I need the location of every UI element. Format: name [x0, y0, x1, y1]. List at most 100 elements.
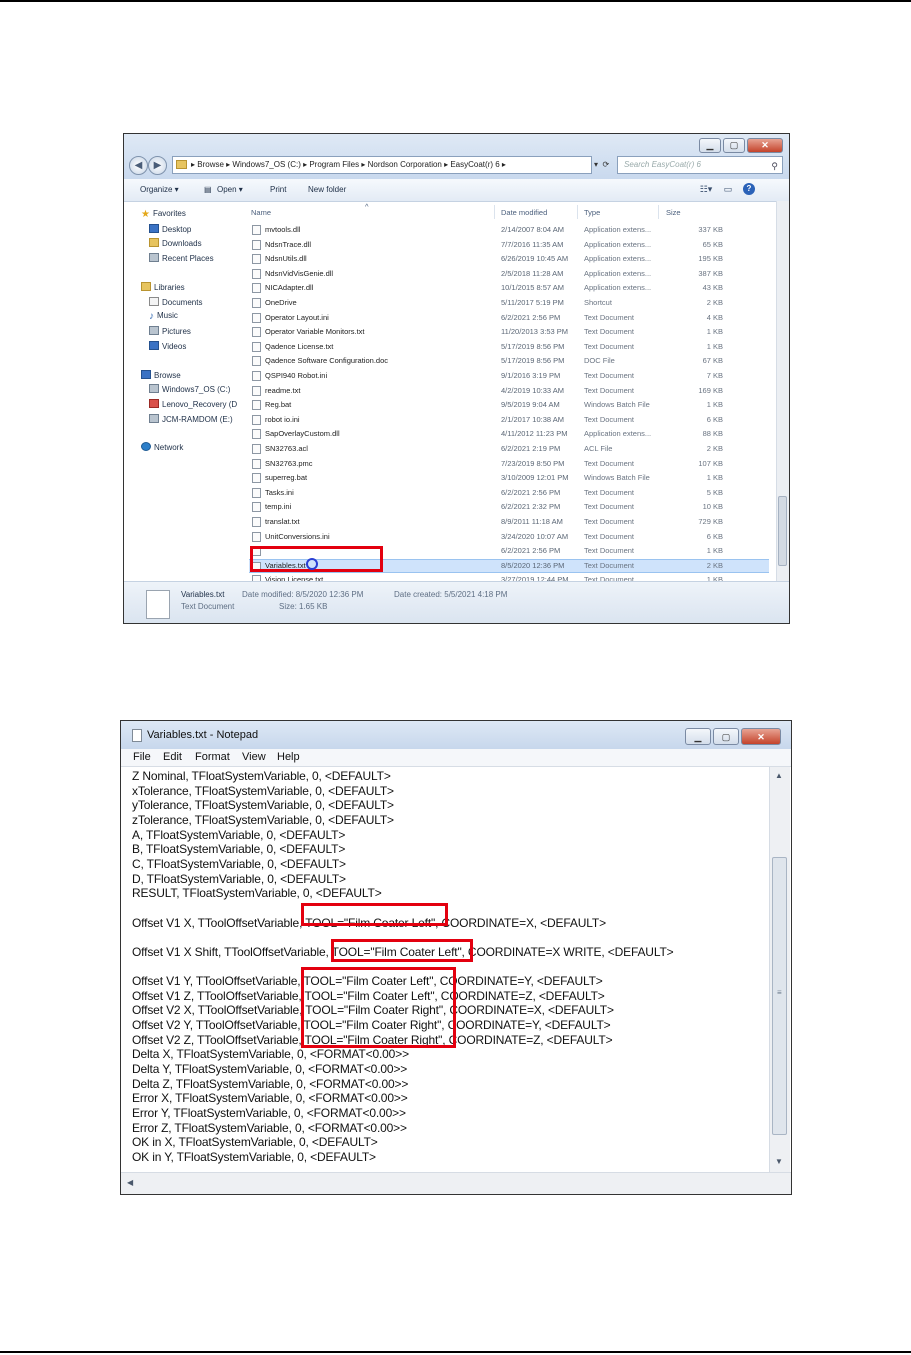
sidebar-item-libraries[interactable]: Libraries [141, 282, 185, 292]
details-date-modified: Date modified: 8/5/2020 12:36 PM [242, 590, 364, 599]
open-button[interactable]: Open ▾ [217, 179, 243, 201]
sidebar-item-pictures[interactable]: Pictures [149, 326, 191, 336]
file-row[interactable]: SN32763.acl 6/2/2021 2:19 PM ACL File 2 KB [249, 442, 769, 456]
vertical-scrollbar[interactable]: ▲ ≡ ▼ [769, 767, 790, 1172]
help-icon[interactable]: ? [743, 183, 755, 195]
sidebar-item-lenovo-recovery[interactable]: Lenovo_Recovery (D [149, 399, 237, 409]
new-folder-button[interactable]: New folder [308, 179, 346, 201]
breadcrumb-drive[interactable]: Windows7_OS (C:) [232, 160, 300, 169]
menu-edit[interactable]: Edit [163, 749, 182, 766]
print-button[interactable]: Print [270, 179, 286, 201]
minimize-button[interactable]: ▁ [699, 138, 721, 153]
file-row[interactable]: Operator Layout.ini 6/2/2021 2:56 PM Text … [249, 311, 769, 325]
sidebar-item-videos[interactable]: Videos [149, 341, 186, 351]
sidebar-item-label: Videos [162, 342, 187, 351]
sidebar-item-jcm-ramdom[interactable]: JCM-RAMDOM (E:) [149, 414, 233, 424]
column-header-date[interactable]: Date modified [501, 208, 547, 217]
sidebar-item-browse[interactable]: Browse [141, 370, 181, 380]
scroll-up-icon[interactable]: ▲ [775, 771, 783, 780]
text-line: Error X, TFloatSystemVariable, 0, <FORMA… [132, 1091, 408, 1106]
file-row[interactable]: QSPI940 Robot.ini 9/1/2016 3:19 PM Text Do… [249, 369, 769, 383]
maximize-button[interactable]: ▢ [713, 728, 739, 745]
sidebar-item-recent-places[interactable]: Recent Places [149, 253, 214, 263]
menu-help[interactable]: Help [277, 749, 300, 766]
file-row[interactable]: Qadence Software Configuration.doc 5/17/2… [249, 354, 769, 368]
sidebar-item-network[interactable]: Network [141, 442, 183, 452]
file-name: UnitConversions.ini [265, 531, 330, 541]
organize-button[interactable]: Organize ▾ [140, 179, 179, 201]
breadcrumb-program-files[interactable]: Program Files [309, 160, 359, 169]
scroll-left-icon[interactable]: ◀ [127, 1178, 133, 1187]
file-row[interactable]: robot io.ini 2/1/2017 10:38 AM Text Docume… [249, 413, 769, 427]
breadcrumb-browse[interactable]: Browse [197, 160, 224, 169]
file-row[interactable]: OneDrive 5/11/2017 5:19 PM Shortcut 2 KB [249, 296, 769, 310]
file-type: Text Document [584, 327, 635, 337]
vertical-scrollbar[interactable] [776, 201, 789, 581]
close-button[interactable]: ✕ [741, 728, 781, 745]
column-header-size[interactable]: Size [666, 208, 681, 217]
forward-icon[interactable]: ▶ [148, 156, 167, 175]
horizontal-scrollbar[interactable]: ◀ [121, 1172, 791, 1194]
tool-highlight-v1x [301, 903, 448, 926]
breadcrumb-easycoat[interactable]: EasyCoat(r) 6 [450, 160, 499, 169]
libraries-icon [141, 282, 151, 291]
file-row[interactable]: UnitConversions.ini 3/24/2020 10:07 AM Tex… [249, 530, 769, 544]
menu-file[interactable]: File [133, 749, 151, 766]
sidebar-item-favorites[interactable]: ★ Favorites [141, 209, 186, 220]
drive-icon [149, 414, 159, 423]
file-row[interactable]: readme.txt 4/2/2019 10:33 AM Text Document… [249, 384, 769, 398]
sort-arrow-icon: ^ [365, 202, 369, 211]
file-row[interactable]: SN32763.pmc 7/23/2019 8:50 PM Text Documen… [249, 457, 769, 471]
file-date: 6/2/2021 2:19 PM [501, 444, 561, 453]
view-options-icon[interactable]: ☷▾ [699, 183, 713, 196]
menu-format[interactable]: Format [195, 749, 230, 766]
file-row[interactable]: Operator Variable Monitors.txt 11/20/2013… [249, 325, 769, 339]
file-row[interactable]: NdsnUtils.dll 6/26/2019 10:45 AM Applicati… [249, 252, 769, 266]
file-name: NdsnTrace.dll [265, 239, 311, 249]
breadcrumb-nordson[interactable]: Nordson Corporation [368, 160, 442, 169]
sidebar-item-downloads[interactable]: Downloads [149, 238, 202, 248]
file-row[interactable]: Tasks.ini 6/2/2021 2:56 PM Text Document 5 … [249, 486, 769, 500]
sidebar-item-desktop[interactable]: Desktop [149, 224, 191, 234]
file-row[interactable]: translat.txt 8/9/2011 11:18 AM Text Docume… [249, 515, 769, 529]
search-input[interactable]: Search EasyCoat(r) 6 ⚲ [617, 156, 783, 174]
file-name: Operator Layout.ini [265, 312, 329, 322]
file-row[interactable]: Reg.bat 9/5/2019 9:04 AM Windows Batch Fil… [249, 398, 769, 412]
file-row[interactable]: NdsnTrace.dll 7/7/2016 11:35 AM Applicatio… [249, 238, 769, 252]
file-size: 387 KB [698, 268, 723, 278]
file-row[interactable]: SapOverlayCustom.dll 4/11/2012 11:23 PM Ap… [249, 427, 769, 441]
maximize-button[interactable]: ▢ [723, 138, 745, 153]
menu-view[interactable]: View [242, 749, 266, 766]
close-button[interactable]: ✕ [747, 138, 783, 153]
back-icon[interactable]: ◀ [129, 156, 148, 175]
file-row[interactable]: Qadence License.txt 5/17/2019 8:56 PM Text… [249, 340, 769, 354]
text-line: D, TFloatSystemVariable, 0, <DEFAULT> [132, 871, 346, 886]
column-header-type[interactable]: Type [584, 208, 600, 217]
file-row[interactable]: NdsnVidVisGenie.dll 2/5/2018 11:28 AM Appl… [249, 267, 769, 281]
address-bar[interactable]: ▸ Browse ▸ Windows7_OS (C:) ▸ Program Fi… [172, 156, 592, 174]
file-row[interactable]: superreg.bat 3/10/2009 12:01 PM Windows Ba… [249, 471, 769, 485]
column-header-name[interactable]: Name [251, 208, 271, 217]
file-row[interactable]: temp.ini 6/2/2021 2:32 PM Text Document 10 … [249, 500, 769, 514]
file-type: Windows Batch File [584, 473, 650, 483]
preview-pane-icon[interactable]: ▭ [721, 183, 735, 196]
scrollbar-thumb[interactable] [778, 496, 787, 566]
text-line: yTolerance, TFloatSystemVariable, 0, <DE… [132, 798, 394, 813]
scroll-down-icon[interactable]: ▼ [775, 1157, 783, 1166]
scrollbar-thumb[interactable]: ≡ [772, 857, 787, 1135]
file-name: QSPI940 Robot.ini [265, 371, 328, 380]
sidebar-item-documents[interactable]: Documents [149, 297, 202, 307]
file-row[interactable]: mvtools.dll 2/14/2007 8:04 AM Application … [249, 223, 769, 237]
sidebar-item-music[interactable]: ♪ Music [149, 311, 178, 322]
file-date: 5/17/2019 8:56 PM [501, 356, 565, 366]
details-filetype: Text Document [181, 602, 235, 611]
details-date-created: Date created: 5/5/2021 4:18 PM [394, 590, 508, 599]
column-divider [577, 205, 578, 219]
file-row[interactable]: NICAdapter.dll 10/1/2015 8:57 AM Applicati… [249, 281, 769, 295]
nav-buttons: ◀ ▶ [129, 156, 167, 175]
file-type: Text Document [584, 341, 635, 351]
sidebar-item-windows7-os[interactable]: Windows7_OS (C:) [149, 384, 230, 394]
file-icon [252, 487, 261, 498]
file-icon [252, 225, 261, 235]
minimize-button[interactable]: ▁ [685, 728, 711, 745]
